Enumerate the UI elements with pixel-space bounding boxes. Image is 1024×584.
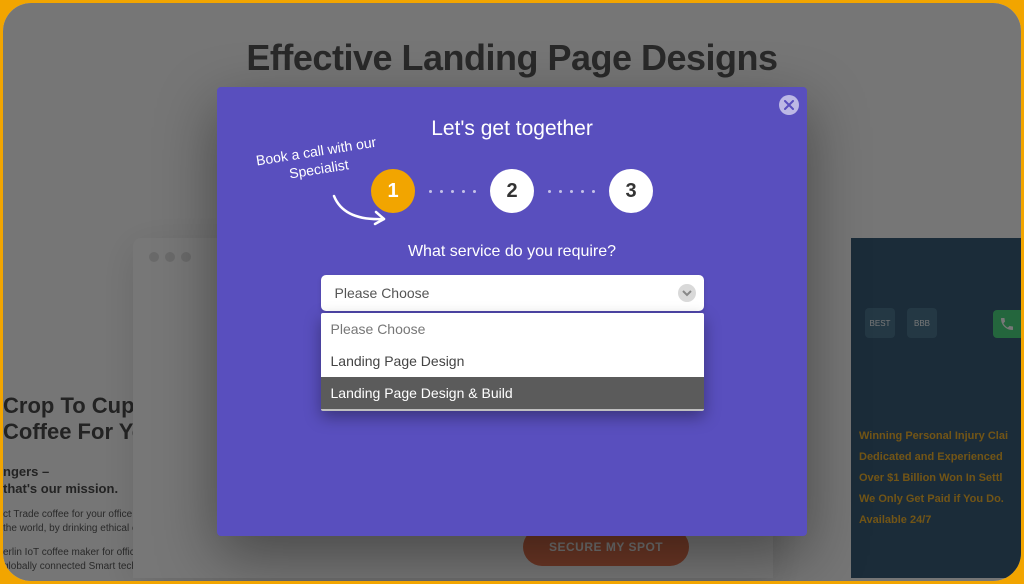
- dropdown-option-placeholder[interactable]: Please Choose: [321, 313, 704, 345]
- close-button[interactable]: [779, 95, 799, 115]
- close-icon: [784, 100, 794, 110]
- bg-right-bullet: Winning Personal Injury Clai: [859, 426, 1021, 447]
- bg-right-bullet: We Only Get Paid if You Do.: [859, 489, 1021, 510]
- step-connector: [423, 190, 482, 193]
- service-select-value: Please Choose: [335, 285, 430, 301]
- bg-right-bullet: Available 24/7: [859, 510, 1021, 531]
- bg-left-tiny3: erlin IoT coffee maker for offices: [3, 547, 145, 558]
- page-title: Effective Landing Page Designs: [3, 37, 1021, 79]
- bg-right-bullet: Over $1 Billion Won In Settl: [859, 468, 1021, 489]
- trust-badge: BBB: [907, 308, 937, 338]
- trust-badge: BEST: [865, 308, 895, 338]
- bg-right-bullet: Dedicated and Experienced: [859, 447, 1021, 468]
- chevron-down-icon: [678, 284, 696, 302]
- bg-left-sub1: ngers –: [3, 464, 49, 479]
- bg-left-tiny4: globally connected Smart tech: [3, 561, 137, 572]
- dropdown-option-design-build[interactable]: Landing Page Design & Build: [321, 377, 704, 409]
- bg-left-line1: Crop To Cup,: [3, 393, 141, 418]
- service-select[interactable]: Please Choose: [321, 275, 704, 311]
- callout-arrow-icon: [329, 191, 399, 231]
- step-3[interactable]: 3: [609, 169, 653, 213]
- phone-icon: [999, 316, 1015, 332]
- dropdown-option-design[interactable]: Landing Page Design: [321, 345, 704, 377]
- step-connector: [542, 190, 601, 193]
- bg-left-tiny1: ct Trade coffee for your office. S: [3, 509, 144, 520]
- whatsapp-tab[interactable]: [993, 310, 1021, 338]
- bg-left-line2: Coffee For Yo: [3, 419, 145, 444]
- service-dropdown: Please Choose Landing Page Design Landin…: [321, 313, 704, 411]
- modal-contact-form: Let's get together Book a call with our …: [217, 87, 807, 536]
- modal-title: Let's get together: [217, 117, 807, 141]
- bg-left-tiny2: the world, by drinking ethical c: [3, 523, 137, 534]
- bg-right-card: BEST BBB Winning Personal Injury Clai De…: [851, 238, 1021, 578]
- form-question: What service do you require?: [217, 243, 807, 261]
- bg-left-sub2: that's our mission.: [3, 481, 118, 496]
- step-2[interactable]: 2: [490, 169, 534, 213]
